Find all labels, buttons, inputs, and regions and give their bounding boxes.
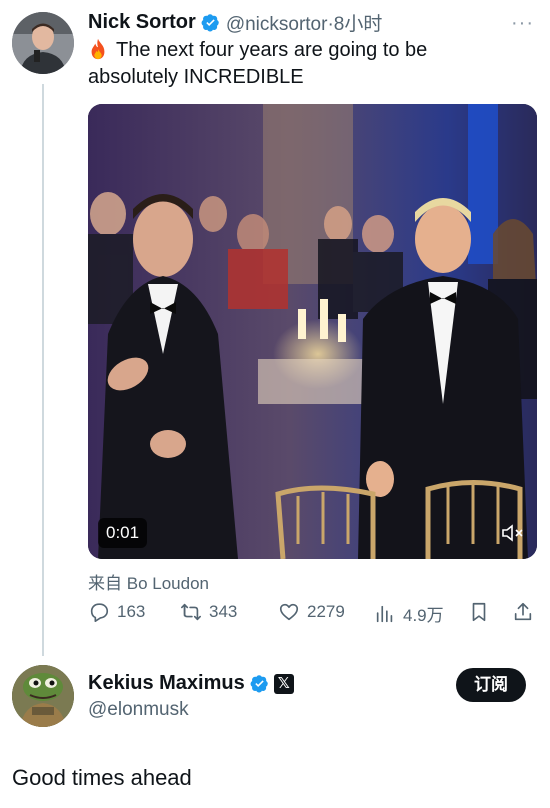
reply-author-handle[interactable]: @elonmusk xyxy=(88,699,189,721)
reply-count: 163 xyxy=(117,602,146,621)
verified-badge-icon[interactable] xyxy=(201,13,220,32)
heart-icon xyxy=(279,603,299,621)
author-name[interactable]: Nick Sortor xyxy=(88,11,196,34)
tweet-actions: 163 343 2279 4.9万 xyxy=(88,601,534,631)
x-affiliate-badge-icon[interactable]: 𝕏 xyxy=(273,673,294,694)
bookmark-icon xyxy=(472,602,486,622)
fire-emoji-icon xyxy=(91,38,105,60)
views-count: 4.9万 xyxy=(403,606,444,625)
tweet-text: The next four years are going to be abso… xyxy=(88,37,528,91)
video-frame-image xyxy=(88,104,537,559)
reply-author-name[interactable]: Kekius Maximus xyxy=(88,672,245,695)
bookmark-button[interactable] xyxy=(468,601,490,623)
author-handle-time[interactable]: @nicksortor·8小时 xyxy=(226,9,383,36)
tweet-header: Nick Sortor @nicksortor·8小时 xyxy=(88,9,382,36)
frog-avatar-image xyxy=(12,665,74,727)
video-time-badge: 0:01 xyxy=(98,518,148,548)
reply-icon xyxy=(90,603,109,622)
video-player[interactable]: 0:01 xyxy=(88,104,537,559)
source-name[interactable]: Bo Loudon xyxy=(127,574,209,593)
like-count: 2279 xyxy=(307,602,345,621)
views-chart-icon xyxy=(376,605,393,622)
source-prefix: 来自 xyxy=(88,574,122,593)
share-button[interactable] xyxy=(512,601,534,623)
reply-author-header: Kekius Maximus 𝕏 xyxy=(88,672,294,695)
reply-text: Good times ahead xyxy=(12,765,192,790)
repost-icon xyxy=(181,603,201,621)
tweet-text-line1: The next four years are going to be xyxy=(116,39,428,61)
more-options-icon[interactable]: ··· xyxy=(511,12,534,35)
author-avatar[interactable] xyxy=(12,12,74,74)
video-source[interactable]: 来自 Bo Loudon xyxy=(88,569,209,594)
views-button[interactable]: 4.9万 xyxy=(374,601,444,626)
mute-icon[interactable] xyxy=(501,522,525,544)
tweet-text-line2: absolutely INCREDIBLE xyxy=(88,66,304,88)
reply-author-avatar[interactable] xyxy=(12,665,74,727)
author-avatar-image xyxy=(12,12,74,74)
thread-line xyxy=(42,84,44,656)
repost-button[interactable]: 343 xyxy=(180,601,237,623)
verified-badge-icon[interactable] xyxy=(250,674,269,693)
subscribe-button[interactable]: 订阅 xyxy=(456,668,526,702)
author-handle[interactable]: @nicksortor xyxy=(226,14,328,35)
repost-count: 343 xyxy=(209,602,238,621)
share-icon xyxy=(514,602,532,621)
reply-button[interactable]: 163 xyxy=(88,601,145,623)
like-button[interactable]: 2279 xyxy=(278,601,345,623)
tweet-time[interactable]: 8小时 xyxy=(334,14,383,35)
